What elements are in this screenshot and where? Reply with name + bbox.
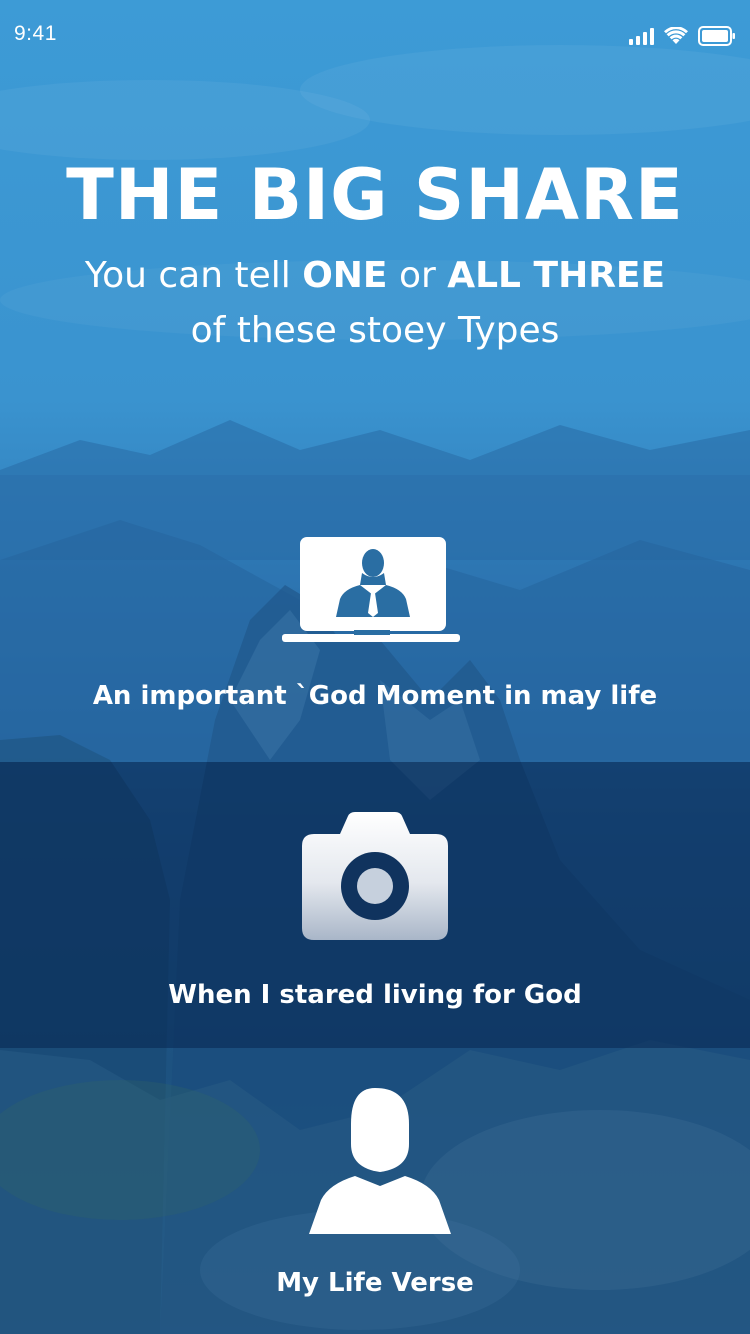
option-label: My Life Verse [276,1268,474,1298]
battery-icon [698,26,735,46]
status-bar: 9:41 [0,0,750,70]
option-label: When I stared living for God [168,980,582,1010]
header: THE BIG SHARE You can tell ONE or ALL TH… [0,150,750,358]
status-time: 9:41 [14,22,57,45]
subtitle-line-1: You can tell ONE or ALL THREE [0,248,750,303]
subtitle-text: or [387,255,448,296]
subtitle-line-2: of these stoey Types [190,310,560,351]
person-icon [309,1088,451,1234]
page-subtitle: You can tell ONE or ALL THREE of these s… [0,248,750,358]
story-option-life-verse[interactable]: My Life Verse [0,1048,750,1334]
subtitle-emphasis-all-three: ALL THREE [447,255,666,296]
subtitle-emphasis-one: ONE [302,255,388,296]
status-icons [629,24,736,48]
laptop-user-icon [282,537,460,642]
story-option-started-living[interactable]: When I stared living for God [0,762,750,1048]
app-screen: 9:41 THE BIG SHARE You can tell ONE or A… [0,0,750,1334]
cellular-signal-icon [629,27,654,45]
page-title: THE BIG SHARE [66,154,684,236]
story-option-god-moment[interactable]: An important `God Moment in may life [0,475,750,762]
option-label: An important `God Moment in may life [92,681,658,711]
subtitle-text: You can tell [84,255,303,296]
camera-icon [302,812,448,940]
wifi-icon [664,27,688,44]
